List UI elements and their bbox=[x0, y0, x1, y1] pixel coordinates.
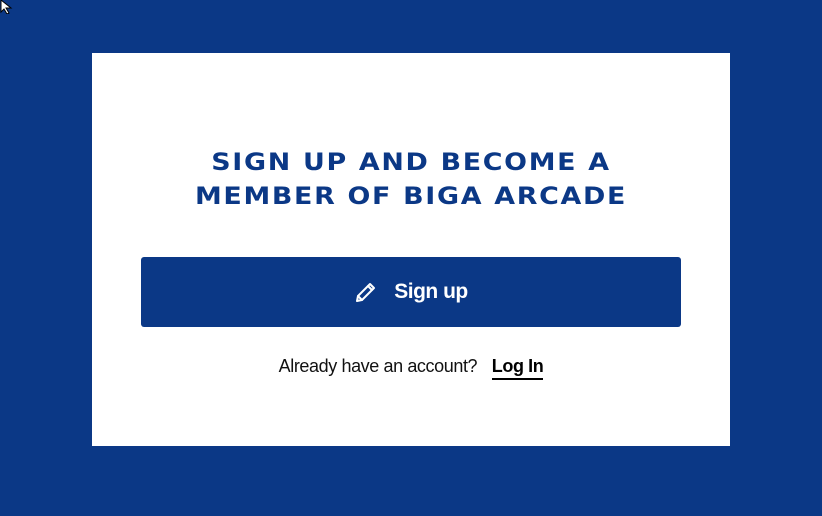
pencil-icon bbox=[354, 280, 378, 304]
login-prompt-text: Already have an account? bbox=[278, 356, 478, 376]
signup-button-label: Sign up bbox=[394, 280, 468, 303]
page-title: SIGN UP AND BECOME A MEMBER OF BIGA ARCA… bbox=[54, 145, 769, 213]
page-background: SIGN UP AND BECOME A MEMBER OF BIGA ARCA… bbox=[0, 0, 822, 516]
signup-card: SIGN UP AND BECOME A MEMBER OF BIGA ARCA… bbox=[92, 53, 730, 446]
login-link[interactable]: Log In bbox=[491, 356, 544, 380]
login-prompt-row: Already have an account? Log In bbox=[92, 356, 730, 380]
mouse-pointer-icon bbox=[0, 0, 13, 14]
signup-button[interactable]: Sign up bbox=[141, 257, 681, 327]
headline-line-2: MEMBER OF BIGA ARCADE bbox=[194, 182, 628, 210]
headline-line-1: SIGN UP AND BECOME A bbox=[211, 148, 611, 176]
